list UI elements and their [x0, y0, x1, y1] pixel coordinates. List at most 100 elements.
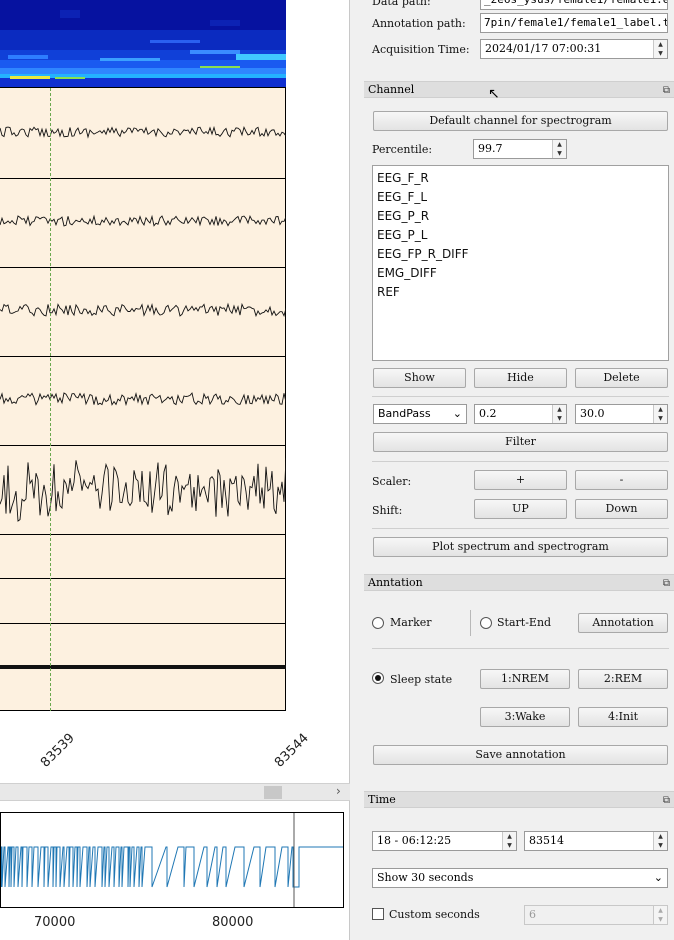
channel-section-header[interactable]: Channel ⧉ [364, 81, 674, 98]
filter-low-value: 0.2 [479, 407, 497, 420]
signal-plot[interactable] [0, 88, 286, 711]
percentile-spinbox[interactable]: 99.7 ▲ ▼ [473, 139, 567, 159]
float-window-icon[interactable]: ⧉ [663, 83, 670, 98]
x-tick-label: 83544 [272, 730, 312, 771]
custom-seconds-spinbox[interactable]: 6 ▲ ▼ [524, 905, 668, 925]
horizontal-scrollbar[interactable]: › [0, 783, 350, 801]
default-channel-button[interactable]: Default channel for spectrogram [373, 111, 668, 131]
signal-trace [0, 391, 286, 407]
float-window-icon[interactable]: ⧉ [663, 793, 670, 808]
scaler-label: Scaler: [372, 475, 412, 488]
scaler-minus-button[interactable]: - [575, 470, 668, 490]
start-end-label: Start-End [497, 616, 552, 629]
marker-line[interactable] [50, 88, 51, 711]
divider [372, 528, 669, 529]
annotation-path-label: Annotation path: [372, 17, 466, 30]
channel-list-item[interactable]: REF [377, 283, 664, 302]
hypnogram-overview[interactable] [0, 812, 344, 908]
scaler-plus-button[interactable]: + [474, 470, 567, 490]
filter-high-spinbox[interactable]: 30.0 ▲ ▼ [575, 404, 668, 424]
filter-type-value: BandPass [378, 407, 431, 420]
spin-arrows-icon[interactable]: ▲ ▼ [653, 832, 667, 850]
track-divider [0, 578, 286, 579]
delete-button[interactable]: Delete [575, 368, 668, 388]
spin-arrows-icon[interactable]: ▲ ▼ [653, 40, 667, 58]
custom-seconds-checkbox[interactable] [372, 908, 384, 920]
show-button[interactable]: Show [373, 368, 466, 388]
channel-list-item[interactable]: EEG_P_R [377, 207, 664, 226]
custom-seconds-value: 6 [529, 908, 536, 921]
signal-trace [0, 125, 286, 139]
channel-list-item[interactable]: EMG_DIFF [377, 264, 664, 283]
signal-traces [0, 125, 286, 669]
window-length-select[interactable]: Show 30 seconds ⌄ [372, 868, 668, 888]
acquisition-time-value: 2024/01/17 07:00:31 [485, 42, 602, 55]
percentile-label: Percentile: [372, 143, 433, 156]
filter-button[interactable]: Filter [373, 432, 668, 452]
data-path-field[interactable]: _2e6s_ysus/female1/female1.edf [480, 0, 668, 10]
overview-tick-label: 70000 [34, 915, 76, 930]
spin-arrows-icon[interactable]: ▲ ▼ [653, 405, 667, 423]
marker-radio[interactable] [372, 617, 384, 629]
annotation-section-header[interactable]: Anntation ⧉ [364, 574, 674, 591]
scroll-right-arrow-icon[interactable]: › [336, 784, 341, 798]
hypnogram-trace [1, 813, 343, 907]
datetime-value: 18 - 06:12:25 [377, 834, 452, 847]
annotation-header-title: Anntation [368, 576, 423, 589]
filter-high-value: 30.0 [580, 407, 605, 420]
acquisition-time-label: Acquisition Time: [372, 43, 470, 56]
init-button[interactable]: 4:Init [578, 707, 668, 727]
datetime-spinbox[interactable]: 18 - 06:12:25 ▲ ▼ [372, 831, 517, 851]
nrem-button[interactable]: 1:NREM [480, 669, 570, 689]
save-annotation-button[interactable]: Save annotation [373, 745, 668, 765]
signal-trace [0, 458, 286, 522]
channel-list-item[interactable]: EEG_F_R [377, 169, 664, 188]
plot-spectrum-button[interactable]: Plot spectrum and spectrogram [373, 537, 668, 557]
annotation-path-field[interactable]: 7pin/female1/female1_label.txt [480, 13, 668, 33]
spin-arrows-icon[interactable]: ▲ ▼ [653, 906, 667, 924]
start-end-radio[interactable] [480, 617, 492, 629]
spin-arrows-icon[interactable]: ▲ ▼ [552, 140, 566, 158]
hypnogram-line [1, 846, 343, 888]
track-divider [0, 356, 286, 357]
signal-trace [0, 214, 286, 227]
x-tick-label: 83539 [38, 730, 78, 771]
hide-button[interactable]: Hide [474, 368, 567, 388]
track-divider [0, 178, 286, 179]
custom-seconds-label: Custom seconds [389, 908, 480, 921]
annotation-button[interactable]: Annotation [578, 613, 668, 633]
channel-list-item[interactable]: EEG_FP_R_DIFF [377, 245, 664, 264]
spin-arrows-icon[interactable]: ▲ ▼ [502, 832, 516, 850]
marker-label: Marker [390, 616, 432, 629]
filter-type-select[interactable]: BandPass ⌄ [373, 404, 467, 424]
divider [470, 610, 471, 636]
shift-up-button[interactable]: UP [474, 499, 567, 519]
divider [372, 396, 669, 397]
divider [372, 461, 669, 462]
data-path-label: Data path: [372, 0, 431, 8]
mouse-cursor-icon: ↖ [488, 86, 500, 102]
float-window-icon[interactable]: ⧉ [663, 576, 670, 591]
acquisition-time-field[interactable]: 2024/01/17 07:00:31 ▲ ▼ [480, 39, 668, 59]
channel-list-item[interactable]: EEG_P_L [377, 226, 664, 245]
spectrogram-image [0, 0, 286, 87]
time-section-header[interactable]: Time ⧉ [364, 791, 674, 808]
shift-down-button[interactable]: Down [575, 499, 668, 519]
wake-button[interactable]: 3:Wake [480, 707, 570, 727]
signal-viewer[interactable]: 83539 83544 › 70000 80000 [0, 0, 350, 940]
seconds-spinbox[interactable]: 83514 ▲ ▼ [524, 831, 668, 851]
filter-low-spinbox[interactable]: 0.2 ▲ ▼ [474, 404, 567, 424]
sleep-state-radio[interactable] [372, 672, 384, 684]
signal-trace [0, 302, 286, 318]
reference-trace [0, 665, 286, 669]
track-divider [0, 267, 286, 268]
channel-list-item[interactable]: EEG_F_L [377, 188, 664, 207]
spin-arrows-icon[interactable]: ▲ ▼ [552, 405, 566, 423]
shift-label: Shift: [372, 504, 403, 517]
spectrogram [0, 0, 286, 88]
track-divider [0, 534, 286, 535]
rem-button[interactable]: 2:REM [578, 669, 668, 689]
channel-list[interactable]: EEG_F_R EEG_F_L EEG_P_R EEG_P_L EEG_FP_R… [372, 165, 669, 361]
channel-header-title: Channel [368, 83, 415, 96]
scrollbar-thumb[interactable] [264, 786, 282, 799]
